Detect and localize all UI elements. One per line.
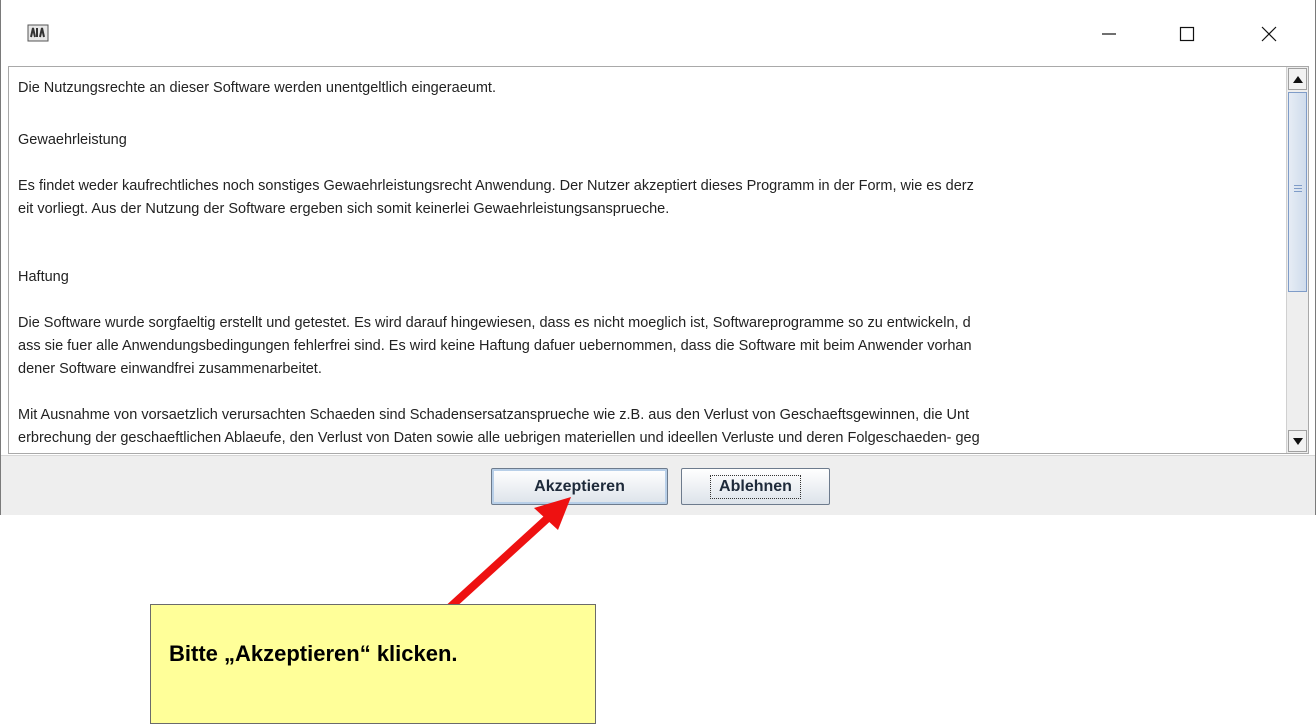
- liability-text-line: ass sie fuer alle Anwendungsbedingungen …: [18, 338, 972, 354]
- close-button[interactable]: [1241, 14, 1297, 54]
- liability-text-line: dener Software einwandfrei zusammenarbei…: [18, 361, 322, 377]
- instruction-callout: Bitte „Akzeptieren“ klicken.: [150, 604, 596, 724]
- liability-text-line: Die Software wurde sorgfaeltig erstellt …: [18, 315, 971, 331]
- scroll-up-button[interactable]: [1288, 68, 1307, 90]
- java-app-icon: [27, 24, 49, 42]
- arrow-up-icon: [1292, 75, 1303, 83]
- accept-button[interactable]: Akzeptieren: [491, 468, 668, 505]
- scroll-down-button[interactable]: [1288, 430, 1307, 452]
- maximize-icon: [1179, 26, 1195, 42]
- warranty-text-line: eit vorliegt. Aus der Nutzung der Softwa…: [18, 201, 670, 217]
- decline-button-label: Ablehnen: [710, 474, 801, 499]
- vertical-scrollbar[interactable]: [1286, 67, 1308, 453]
- license-text-scrollpane[interactable]: Die Nutzungsrechte an dieser Software we…: [8, 66, 1309, 454]
- warranty-text-line: Es findet weder kaufrechtliches noch son…: [18, 178, 974, 194]
- button-panel: Akzeptieren Ablehnen: [1, 455, 1315, 515]
- scrollbar-thumb[interactable]: [1288, 92, 1307, 292]
- title-bar[interactable]: [1, 0, 1315, 66]
- grip-line: [1294, 185, 1302, 186]
- callout-text: Bitte „Akzeptieren“ klicken.: [169, 641, 458, 666]
- grip-line: [1294, 188, 1302, 189]
- liability-heading: Haftung: [18, 269, 69, 285]
- grip-line: [1294, 191, 1302, 192]
- minimize-icon: [1102, 33, 1116, 35]
- license-text-area[interactable]: Die Nutzungsrechte an dieser Software we…: [9, 67, 1284, 453]
- damages-text-line: erbrechung der geschaeftlichen Ablaeufe,…: [18, 430, 980, 446]
- close-icon: [1261, 26, 1277, 42]
- arrow-down-icon: [1292, 437, 1303, 445]
- damages-text-line: Mit Ausnahme von vorsaetzlich verursacht…: [18, 407, 970, 423]
- decline-button[interactable]: Ablehnen: [681, 468, 830, 505]
- accept-button-label: Akzeptieren: [534, 477, 625, 495]
- warranty-heading: Gewaehrleistung: [18, 132, 127, 148]
- minimize-button[interactable]: [1081, 14, 1137, 54]
- maximize-button[interactable]: [1159, 14, 1215, 54]
- license-dialog-window: Die Nutzungsrechte an dieser Software we…: [0, 0, 1316, 515]
- license-intro: Die Nutzungsrechte an dieser Software we…: [18, 80, 496, 96]
